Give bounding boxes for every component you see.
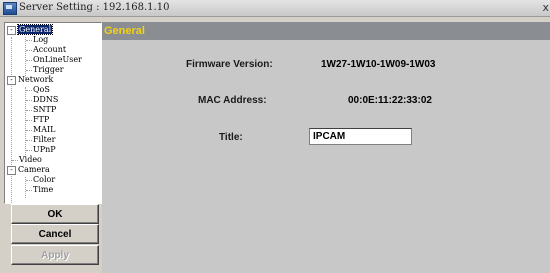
tree-item-mail[interactable]: MAIL [33,125,55,135]
collapse-camera-icon[interactable]: - [7,166,16,175]
tree-item-camera[interactable]: Camera [18,165,50,175]
close-icon[interactable]: x [542,1,549,14]
tree-item-general-label: General [16,24,54,35]
panel-header: General [102,22,550,40]
collapse-general-icon[interactable]: - [7,26,16,35]
tree-item-sntp[interactable]: SNTP [33,105,56,115]
apply-button[interactable]: Apply [11,245,99,265]
tree-general-line [25,37,26,78]
tree-item-trigger[interactable]: Trigger [33,65,64,75]
tree-item-upnp[interactable]: UPnP [33,145,56,155]
tree-branch [12,160,18,161]
settings-tree[interactable]: - General Log Account OnLineUser Trigger… [4,22,102,204]
firmware-version-label: Firmware Version: [186,59,273,70]
tree-branch [26,70,32,71]
app-icon [3,2,17,15]
tree-branch [26,140,32,141]
tree-item-qos[interactable]: QoS [33,85,50,95]
ok-button[interactable]: OK [11,204,99,224]
mac-address-label: MAC Address: [198,95,267,106]
tree-item-color[interactable]: Color [33,175,55,185]
tree-network-line [25,87,26,157]
tree-branch [26,60,32,61]
collapse-network-icon[interactable]: - [7,76,16,85]
tree-item-video[interactable]: Video [19,155,42,165]
tree-branch [26,110,32,111]
tree-item-network[interactable]: Network [18,75,53,85]
tree-item-onlineuser[interactable]: OnLineUser [33,55,82,65]
tree-branch [26,180,32,181]
tree-item-time[interactable]: Time [33,185,53,195]
tree-branch [26,40,32,41]
title-input[interactable]: IPCAM [309,128,412,145]
tree-branch [26,100,32,101]
firmware-version-value: 1W27-1W10-1W09-1W03 [321,59,436,70]
tree-item-account[interactable]: Account [33,45,66,55]
tree-item-general[interactable]: General [16,24,54,35]
title-label: Title: [219,132,243,143]
tree-branch [26,130,32,131]
tree-item-ftp[interactable]: FTP [33,115,49,125]
tree-branch [26,50,32,51]
tree-branch [26,190,32,191]
window-title: Server Setting : 192.168.1.10 [19,2,170,13]
tree-branch [26,90,32,91]
title-bar: Server Setting : 192.168.1.10 x [0,0,550,17]
tree-branch [26,150,32,151]
cancel-button[interactable]: Cancel [11,224,99,244]
tree-branch [26,120,32,121]
tree-item-log[interactable]: Log [33,35,48,45]
general-settings-panel: General Firmware Version: 1W27-1W10-1W09… [102,22,550,273]
tree-item-filter[interactable]: Filter [33,135,55,145]
panel-title: General [104,25,145,37]
tree-root-line [11,37,12,203]
tree-item-ddns[interactable]: DDNS [33,95,58,105]
mac-address-value: 00:0E:11:22:33:02 [348,95,432,106]
